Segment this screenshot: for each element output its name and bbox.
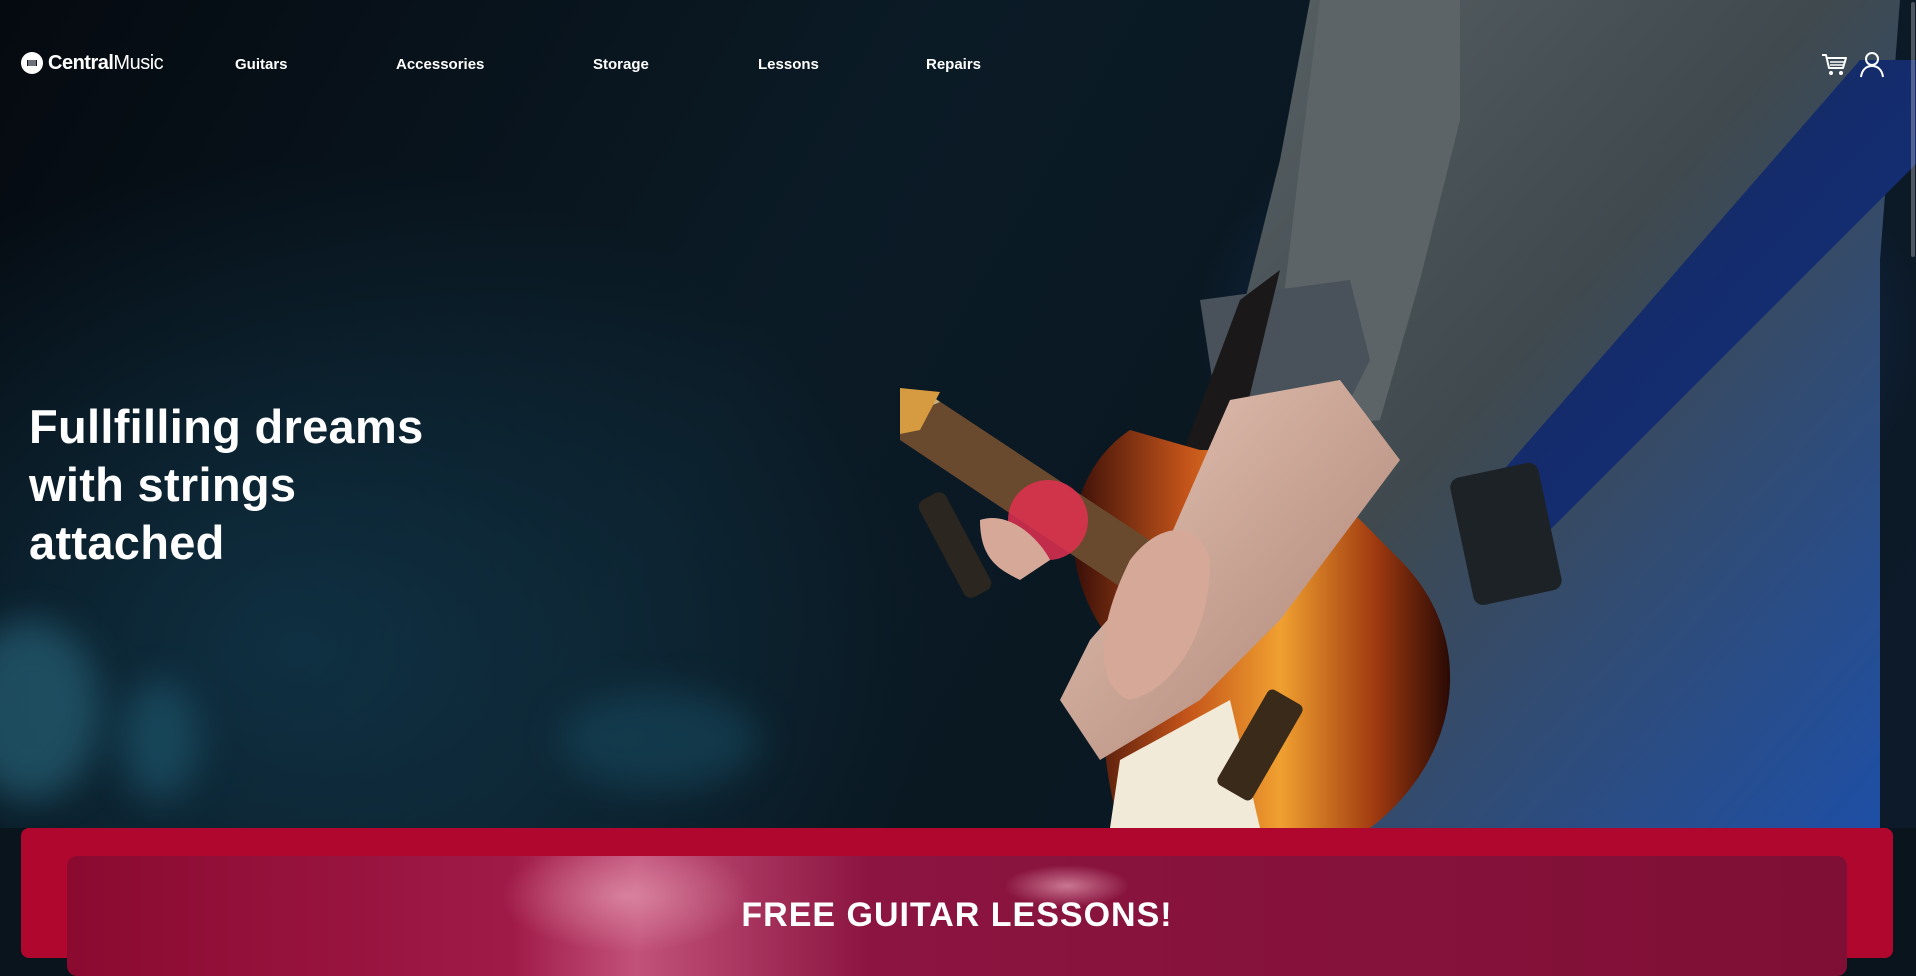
brand-logo[interactable]: Central Music	[20, 51, 164, 75]
nav-link-accessories[interactable]: Accessories	[396, 56, 484, 73]
nav-link-repairs[interactable]: Repairs	[926, 56, 981, 73]
brand-name-light: Music	[113, 51, 164, 74]
top-navbar: Central Music Guitars Accessories Storage…	[0, 0, 1916, 130]
user-icon[interactable]	[1858, 50, 1886, 78]
nav-link-guitars[interactable]: Guitars	[235, 56, 288, 73]
promo-card[interactable]: FREE GUITAR LESSONS!	[67, 856, 1847, 976]
promo-title: FREE GUITAR LESSONS!	[741, 896, 1173, 934]
headline-line: Fullfilling dreams	[29, 400, 424, 453]
cart-icon[interactable]	[1820, 50, 1848, 78]
hero-headline: Fullfilling dreams with strings attached	[29, 398, 529, 572]
stage-light	[120, 680, 200, 800]
nav-link-lessons[interactable]: Lessons	[758, 56, 819, 73]
headline-line: with strings	[29, 458, 297, 511]
free-lessons-banner: FREE GUITAR LESSONS!	[21, 828, 1893, 976]
page-scrollbar[interactable]	[1908, 0, 1916, 942]
stage-light	[0, 620, 100, 800]
stage-light	[560, 690, 760, 790]
scrollbar-thumb[interactable]	[1911, 2, 1915, 257]
brand-name-bold: Central	[48, 51, 114, 74]
headline-line: attached	[29, 516, 225, 569]
nav-link-storage[interactable]: Storage	[593, 56, 649, 73]
logo-icon	[21, 52, 43, 74]
